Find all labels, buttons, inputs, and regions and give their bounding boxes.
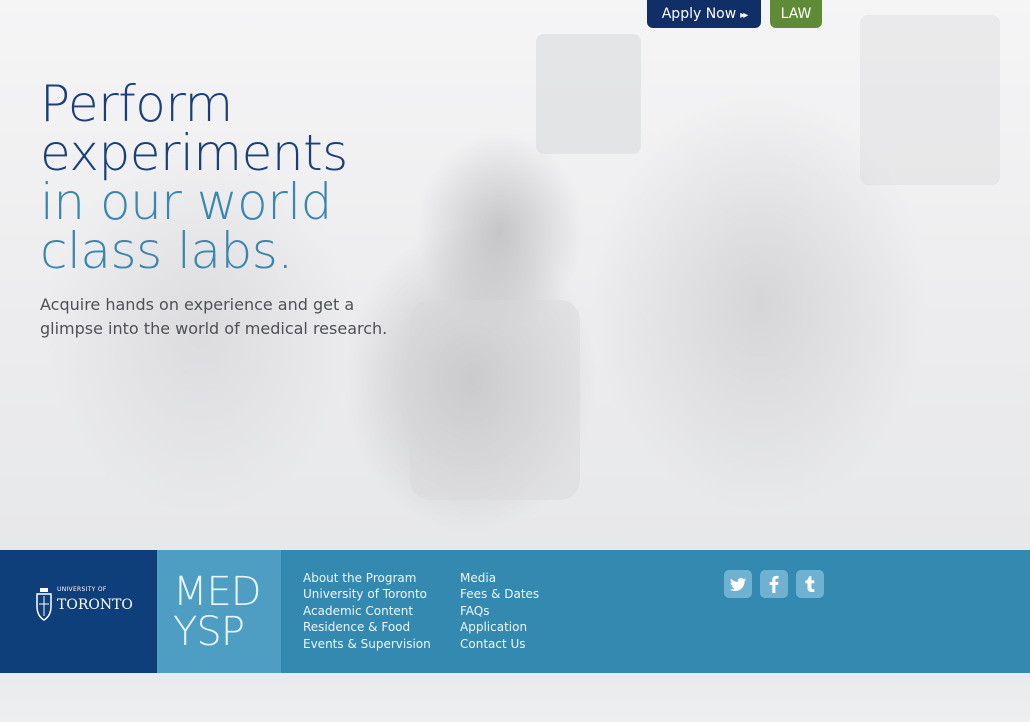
law-button[interactable]: LAW [770,0,822,28]
nav-residence-food[interactable]: Residence & Food [303,619,431,635]
apply-now-label: Apply Now [661,6,737,22]
footer-nav-column-1: About the Program University of Toronto … [303,570,431,652]
tumblr-icon [805,576,815,592]
microscope-shape [410,300,580,500]
uoft-big-label: TORONTO [57,597,133,613]
uoft-small-label: UNIVERSITY OF [57,586,107,593]
bottom-strip [0,673,1030,722]
background-poster [536,34,641,154]
nav-media[interactable]: Media [460,570,539,586]
footer: UNIVERSITY OF TORONTO MED YSP About the … [0,550,1030,673]
hero-headline: Perform experiments in our world class l… [40,75,348,280]
nav-events-supervision[interactable]: Events & Supervision [303,636,431,652]
headline-line-4: class labs. [40,222,293,280]
hero-subtext: Acquire hands on experience and get a gl… [40,295,388,338]
medysp-logo[interactable]: MED YSP [157,550,281,673]
facebook-button[interactable] [760,570,788,598]
apply-now-button[interactable]: Apply Now ▸▸ [647,0,761,28]
nav-faqs[interactable]: FAQs [460,603,539,619]
double-arrow-icon: ▸▸ [740,10,748,21]
facebook-icon [769,575,779,593]
nav-university-of-toronto[interactable]: University of Toronto [303,586,431,602]
twitter-icon [730,578,746,591]
nav-about-the-program[interactable]: About the Program [303,570,431,586]
headline-line-3: in our world [40,173,332,231]
nav-application[interactable]: Application [460,619,539,635]
nav-academic-content[interactable]: Academic Content [303,603,431,619]
nav-fees-dates[interactable]: Fees & Dates [460,586,539,602]
uoft-crest-icon [36,588,52,621]
nav-contact-us[interactable]: Contact Us [460,636,539,652]
medysp-line-1: MED [173,569,262,615]
headline-line-2: experiments [40,124,348,182]
twitter-button[interactable] [724,570,752,598]
uoft-logo-block[interactable]: UNIVERSITY OF TORONTO [0,550,157,673]
medysp-line-2: YSP [173,609,245,655]
background-window [860,15,1000,185]
footer-nav-column-2: Media Fees & Dates FAQs Application Cont… [460,570,539,652]
tumblr-button[interactable] [796,570,824,598]
headline-line-1: Perform [40,75,233,133]
